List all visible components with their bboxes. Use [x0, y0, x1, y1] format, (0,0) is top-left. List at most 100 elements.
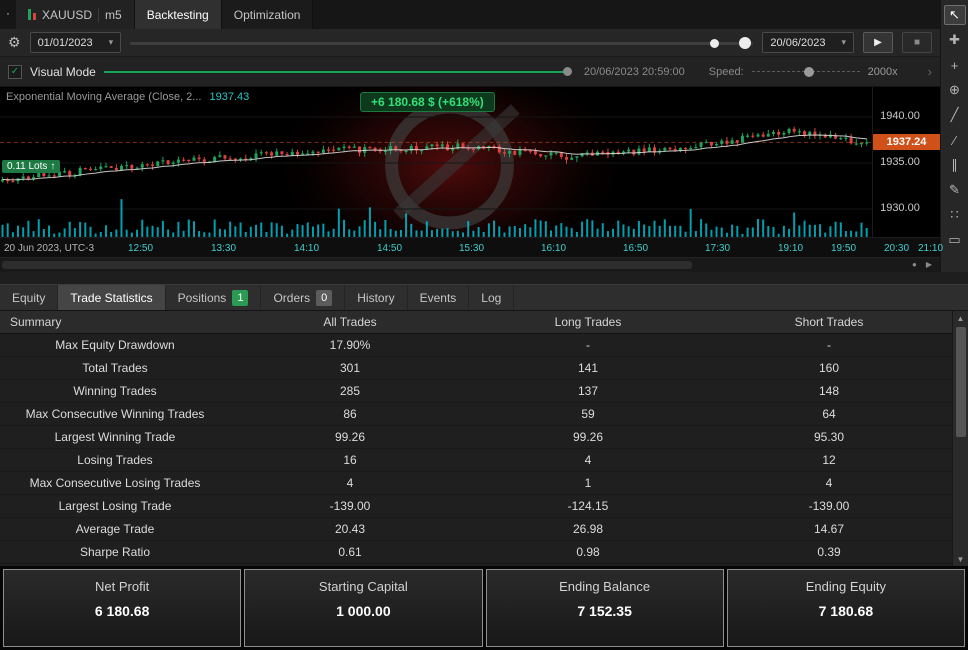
progress-line — [103, 70, 564, 73]
trendline-tool-icon[interactable]: ╱ — [944, 105, 966, 125]
tab-orders[interactable]: Orders 0 — [261, 285, 346, 310]
table-row: Largest Winning Trade 99.26 99.26 95.30 — [0, 426, 952, 449]
play-button[interactable]: ▶ — [863, 32, 893, 54]
count-badge: 1 — [232, 289, 249, 306]
table-row: Largest Losing Trade -139.00 -124.15 -139.0… — [0, 495, 952, 518]
start-date-picker[interactable]: 01/01/2023 ▾ — [29, 32, 122, 54]
card-title: Ending Balance — [559, 579, 651, 594]
cell-value: 86 — [343, 407, 357, 421]
time-axis-label: 12:50 — [128, 243, 154, 255]
backtesting-window: ▪ XAUUSD m5 Backtesting Optimization ⚙ 0… — [0, 0, 968, 650]
playback-progress[interactable] — [103, 66, 576, 77]
tab-backtesting[interactable]: Backtesting — [134, 0, 222, 30]
visual-mode-label: Visual Mode — [30, 64, 96, 79]
ray-tool-icon[interactable]: ∕ — [944, 130, 966, 150]
scroll-dot-icon[interactable]: ● — [912, 260, 917, 269]
row-label: Losing Trades — [77, 453, 153, 467]
chart-scroll-thumb[interactable] — [2, 261, 692, 270]
move-tool-icon[interactable]: ✚ — [944, 30, 966, 50]
price-axis-label: 1930.00 — [880, 202, 920, 215]
indicator-name: Exponential Moving Average (Close, 2... — [6, 91, 202, 104]
results-tab-bar: Equity Trade Statistics Positions 1 Orders 0 H… — [0, 284, 968, 311]
scroll-to-end-icon[interactable]: ▶ — [926, 260, 932, 269]
table-row: Max Consecutive Losing Trades 4 1 4 — [0, 472, 952, 495]
chart-section: ▪ XAUUSD m5 Backtesting Optimization ⚙ 0… — [0, 0, 968, 272]
end-date-picker[interactable]: 20/06/2023 ▾ — [762, 32, 854, 54]
playback-timestamp: 20/06/2023 20:59:00 — [583, 65, 685, 78]
cell-value: 141 — [577, 361, 599, 375]
crosshair-tool-icon[interactable]: + — [944, 55, 966, 75]
column-header-all-trades: All Trades — [323, 315, 377, 329]
visual-mode-checkbox[interactable]: ✓ — [8, 64, 22, 79]
table-row: Sharpe Ratio 0.61 0.98 0.39 — [0, 541, 952, 564]
row-label: Largest Winning Trade — [54, 430, 176, 444]
row-label: Max Equity Drawdown — [55, 338, 175, 352]
card-value: 1 000.00 — [336, 603, 391, 619]
price-axis[interactable]: 1937.24 1940.00 1935.00 1930.00 — [872, 87, 940, 238]
tab-history[interactable]: History — [345, 285, 408, 310]
table-body: Max Equity Drawdown 17.90% - - Total Trades 3… — [0, 334, 952, 566]
price-chart[interactable]: 1937.24 1940.00 1935.00 1930.00 Exponentia… — [0, 87, 940, 238]
time-axis-label: 17:30 — [705, 243, 731, 255]
column-header-summary: Summary — [10, 315, 62, 329]
time-axis-label: 16:10 — [541, 243, 567, 255]
table-row: Average Trade 20.43 26.98 14.67 — [0, 518, 952, 541]
target-tool-icon[interactable]: ⊕ — [944, 80, 966, 100]
scroll-down-icon[interactable]: ▼ — [953, 552, 968, 566]
tab-positions[interactable]: Positions 1 — [166, 285, 262, 310]
cell-value: 4 — [825, 476, 833, 490]
buy-arrow-icon: ↑ — [50, 161, 56, 173]
tab-instrument[interactable]: XAUUSD m5 — [16, 0, 135, 30]
playhead-handle[interactable] — [562, 66, 572, 76]
row-label: Max Consecutive Losing Trades — [29, 476, 201, 490]
stop-button[interactable]: ■ — [902, 32, 932, 54]
table-scrollbar[interactable]: ▲ ▼ — [952, 311, 968, 566]
slider-handle-secondary[interactable] — [709, 38, 719, 48]
pattern-tool-icon[interactable]: ∷ — [944, 205, 966, 225]
cell-value: 285 — [339, 384, 361, 398]
tab-optimization[interactable]: Optimization — [221, 0, 314, 30]
tab-equity[interactable]: Equity — [0, 285, 59, 310]
cell-value: 301 — [339, 361, 361, 375]
tab-trade-statistics[interactable]: Trade Statistics — [58, 285, 166, 310]
cell-value: -139.00 — [329, 499, 371, 513]
time-axis-label: 21:10 — [918, 243, 944, 255]
current-price-tag: 1937.24 — [873, 134, 940, 151]
brush-tool-icon[interactable]: ✎ — [944, 180, 966, 200]
timeline-range-slider[interactable] — [130, 33, 754, 53]
cursor-tool-icon[interactable]: ↖ — [943, 5, 966, 25]
card-value: 6 180.68 — [94, 603, 150, 619]
time-axis-label: 19:50 — [831, 243, 857, 255]
summary-card-starting-capital: Starting Capital 1 000.00 — [244, 569, 483, 647]
speed-handle[interactable] — [803, 66, 814, 77]
tab-label: Trade Statistics — [70, 290, 153, 305]
cell-value: -139.00 — [808, 499, 850, 513]
time-axis-label: 20:30 — [884, 243, 910, 255]
slider-handle-primary[interactable] — [739, 36, 752, 49]
price-axis-label: 1935.00 — [880, 156, 920, 169]
settings-gear-icon[interactable]: ⚙ — [8, 34, 21, 51]
table-row: Total Trades 301 141 160 — [0, 357, 952, 380]
tab-label: Positions — [177, 290, 227, 305]
cell-value: 17.90% — [329, 338, 371, 352]
card-title: Ending Equity — [805, 579, 886, 594]
textbox-tool-icon[interactable]: ▭ — [944, 230, 966, 250]
chart-scrollbar[interactable]: ● ▶ — [0, 257, 940, 272]
speed-slider[interactable] — [751, 66, 860, 78]
time-axis[interactable]: 20 Jun 2023, UTC-3 12:50 13:30 14:10 14:50 15… — [0, 237, 944, 258]
channel-tool-icon[interactable]: ∥ — [944, 155, 966, 175]
tab-label: Equity — [12, 290, 46, 305]
table-scroll-thumb[interactable] — [955, 327, 966, 437]
app-menu-icon[interactable]: ▪ — [0, 0, 16, 29]
cell-value: 160 — [818, 361, 840, 375]
cell-value: - — [586, 338, 590, 352]
cell-value: 64 — [822, 407, 836, 421]
candles-icon — [28, 9, 36, 20]
tab-events[interactable]: Events — [408, 285, 470, 310]
tab-log[interactable]: Log — [469, 285, 515, 310]
indicator-legend[interactable]: Exponential Moving Average (Close, 2... 1… — [6, 91, 249, 103]
scroll-up-icon[interactable]: ▲ — [953, 311, 968, 325]
time-axis-label: 16:50 — [623, 243, 649, 255]
chevron-right-icon[interactable]: › — [928, 64, 932, 79]
position-lots-badge[interactable]: 0.11 Lots ↑ — [2, 160, 61, 174]
